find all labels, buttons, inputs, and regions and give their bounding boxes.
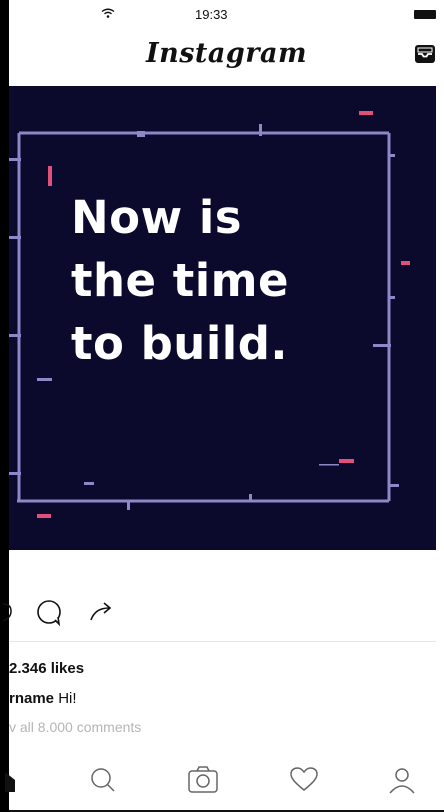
profile-icon[interactable] — [387, 766, 417, 794]
view-comments-link[interactable]: v all 8.000 comments — [9, 719, 141, 735]
comment-icon[interactable] — [35, 598, 63, 626]
camera-icon[interactable] — [187, 766, 219, 794]
post-image[interactable]: Now is the time to build. — [9, 86, 436, 550]
wifi-icon — [101, 8, 115, 18]
battery-icon — [414, 10, 436, 19]
caption-username[interactable]: rname — [9, 690, 54, 707]
status-time: 19:33 — [195, 7, 228, 22]
tab-bar — [5, 752, 444, 810]
headline-line: Now is — [71, 191, 243, 244]
post-caption: rname Hi! — [9, 690, 77, 707]
app-logo: Instagram — [145, 38, 308, 69]
headline-line: the time — [71, 254, 290, 307]
divider — [9, 641, 436, 642]
caption-text: Hi! — [54, 690, 77, 707]
headline-line: to build. — [71, 317, 288, 370]
search-icon[interactable] — [89, 766, 117, 794]
device-frame-edge — [0, 0, 9, 812]
share-icon[interactable] — [89, 600, 115, 622]
home-icon[interactable] — [5, 766, 19, 792]
post-actions — [3, 592, 444, 632]
inbox-icon[interactable] — [414, 44, 436, 64]
post-headline: Now is the time to build. — [71, 186, 289, 375]
status-bar: 19:33 — [9, 0, 444, 28]
activity-heart-icon[interactable] — [289, 766, 319, 792]
app-header: Instagram — [9, 28, 444, 84]
heart-icon[interactable] — [3, 600, 15, 622]
likes-count[interactable]: 2.346 likes — [9, 660, 84, 677]
